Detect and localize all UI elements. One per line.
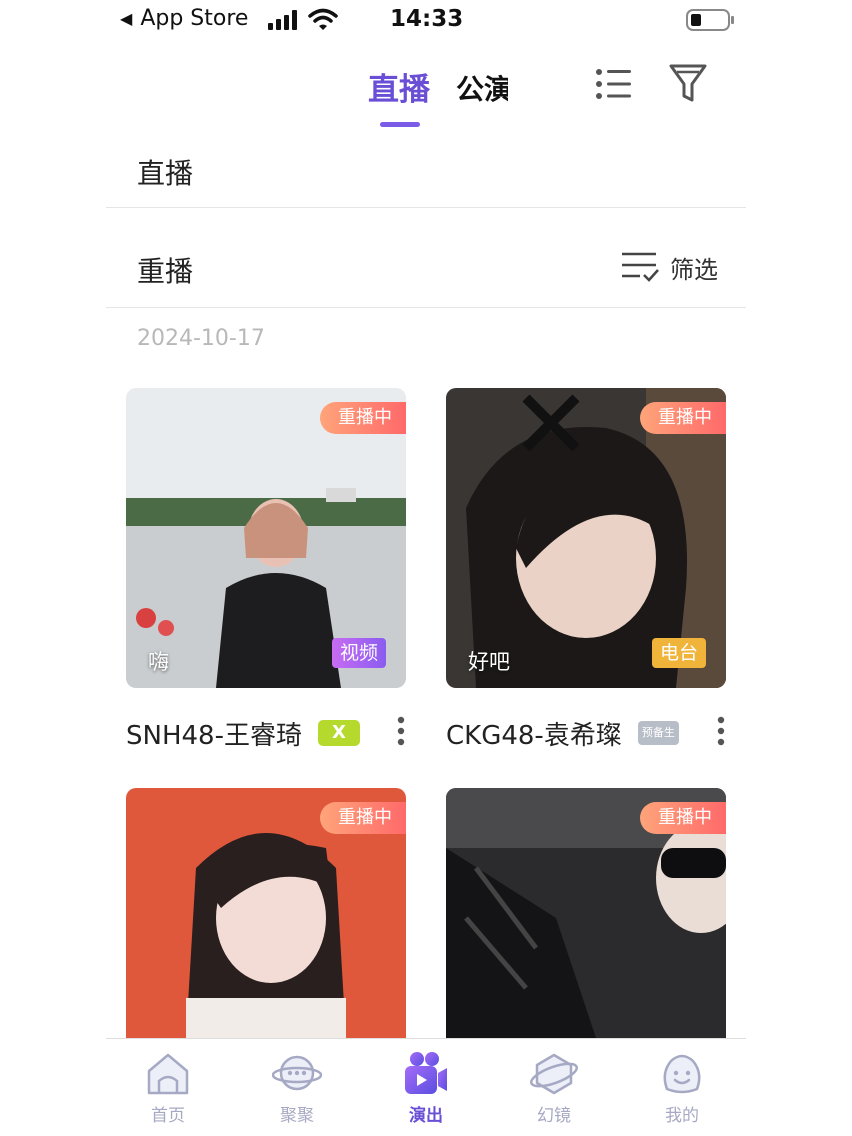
more-options-icon[interactable] bbox=[716, 716, 726, 746]
replay-badge: 重播中 bbox=[640, 802, 726, 834]
back-arrow-icon: ◀ bbox=[120, 9, 133, 28]
status-bar: ◀ App Store 14:33 bbox=[106, 0, 746, 42]
nav-gathering-label: 聚聚 bbox=[280, 1106, 314, 1126]
wifi-icon bbox=[308, 8, 338, 30]
nav-profile[interactable]: 我的 bbox=[637, 1049, 727, 1126]
clock: 14:33 bbox=[390, 6, 464, 32]
replay-badge: 重播中 bbox=[320, 402, 406, 434]
card-thumbnail[interactable]: 重播中 bbox=[126, 788, 406, 1038]
nav-mirage[interactable]: 幻镜 bbox=[509, 1049, 599, 1126]
battery-icon bbox=[686, 9, 734, 31]
member-tag: X bbox=[317, 720, 360, 746]
member-name[interactable]: CKG48-袁希璨 bbox=[446, 715, 622, 752]
radio-type-badge: 电台 bbox=[651, 638, 706, 668]
card-caption: 嗨 bbox=[148, 650, 169, 674]
cellular-signal-icon bbox=[268, 10, 297, 30]
replay-section: 重播 筛选 bbox=[106, 208, 746, 308]
replay-section-title: 重播 bbox=[137, 255, 194, 288]
active-tab-indicator bbox=[380, 122, 420, 127]
live-section: 直播 bbox=[106, 132, 746, 208]
screen-filter-button[interactable]: 筛选 bbox=[620, 248, 718, 286]
card-thumbnail[interactable]: 重播中 电台 好吧 bbox=[446, 388, 726, 688]
tab-performance[interactable]: 公演 bbox=[456, 68, 508, 108]
card-caption: 好吧 bbox=[468, 650, 510, 674]
replay-badge: 重播中 bbox=[320, 802, 406, 834]
nav-home-label: 首页 bbox=[151, 1106, 185, 1126]
back-to-app-store[interactable]: ◀ App Store bbox=[120, 6, 248, 31]
filter-icon[interactable] bbox=[668, 62, 708, 106]
card-thumbnail[interactable]: 重播中 视频 嗨 bbox=[126, 388, 406, 688]
nav-performance-label: 演出 bbox=[409, 1106, 443, 1126]
tab-performance-label: 公演 bbox=[456, 73, 508, 106]
chat-planet-icon bbox=[272, 1055, 322, 1091]
nav-gathering[interactable]: 聚聚 bbox=[252, 1049, 342, 1126]
member-row: CKG48-袁希璨 预备生 bbox=[446, 708, 726, 758]
live-section-title: 直播 bbox=[137, 157, 194, 190]
smiley-icon bbox=[663, 1054, 701, 1094]
nav-performance[interactable]: 演出 bbox=[381, 1049, 471, 1126]
cube-planet-icon bbox=[530, 1053, 578, 1095]
list-view-icon[interactable] bbox=[594, 64, 634, 104]
bottom-nav: 首页 聚聚 演出 幻镜 我的 bbox=[106, 1038, 746, 1136]
date-label: 2024-10-17 bbox=[137, 326, 265, 351]
member-row: SNH48-王睿琦 X bbox=[126, 708, 406, 758]
card-thumbnail[interactable]: 重播中 bbox=[446, 788, 726, 1038]
filter-label: 筛选 bbox=[670, 255, 718, 284]
top-nav: 直播 公演 bbox=[106, 50, 746, 132]
video-type-badge: 视频 bbox=[331, 638, 386, 668]
replay-badge: 重播中 bbox=[640, 402, 726, 434]
more-options-icon[interactable] bbox=[396, 716, 406, 746]
nav-home[interactable]: 首页 bbox=[123, 1049, 213, 1126]
nav-mirage-label: 幻镜 bbox=[537, 1106, 571, 1126]
tab-live[interactable]: 直播 bbox=[368, 64, 430, 109]
member-name[interactable]: SNH48-王睿琦 bbox=[126, 715, 302, 752]
video-camera-icon bbox=[405, 1052, 447, 1094]
home-icon bbox=[147, 1053, 189, 1095]
nav-profile-label: 我的 bbox=[665, 1106, 699, 1126]
filter-list-icon bbox=[622, 252, 659, 282]
member-tag: 预备生 bbox=[637, 721, 679, 745]
back-label: App Store bbox=[140, 6, 249, 31]
